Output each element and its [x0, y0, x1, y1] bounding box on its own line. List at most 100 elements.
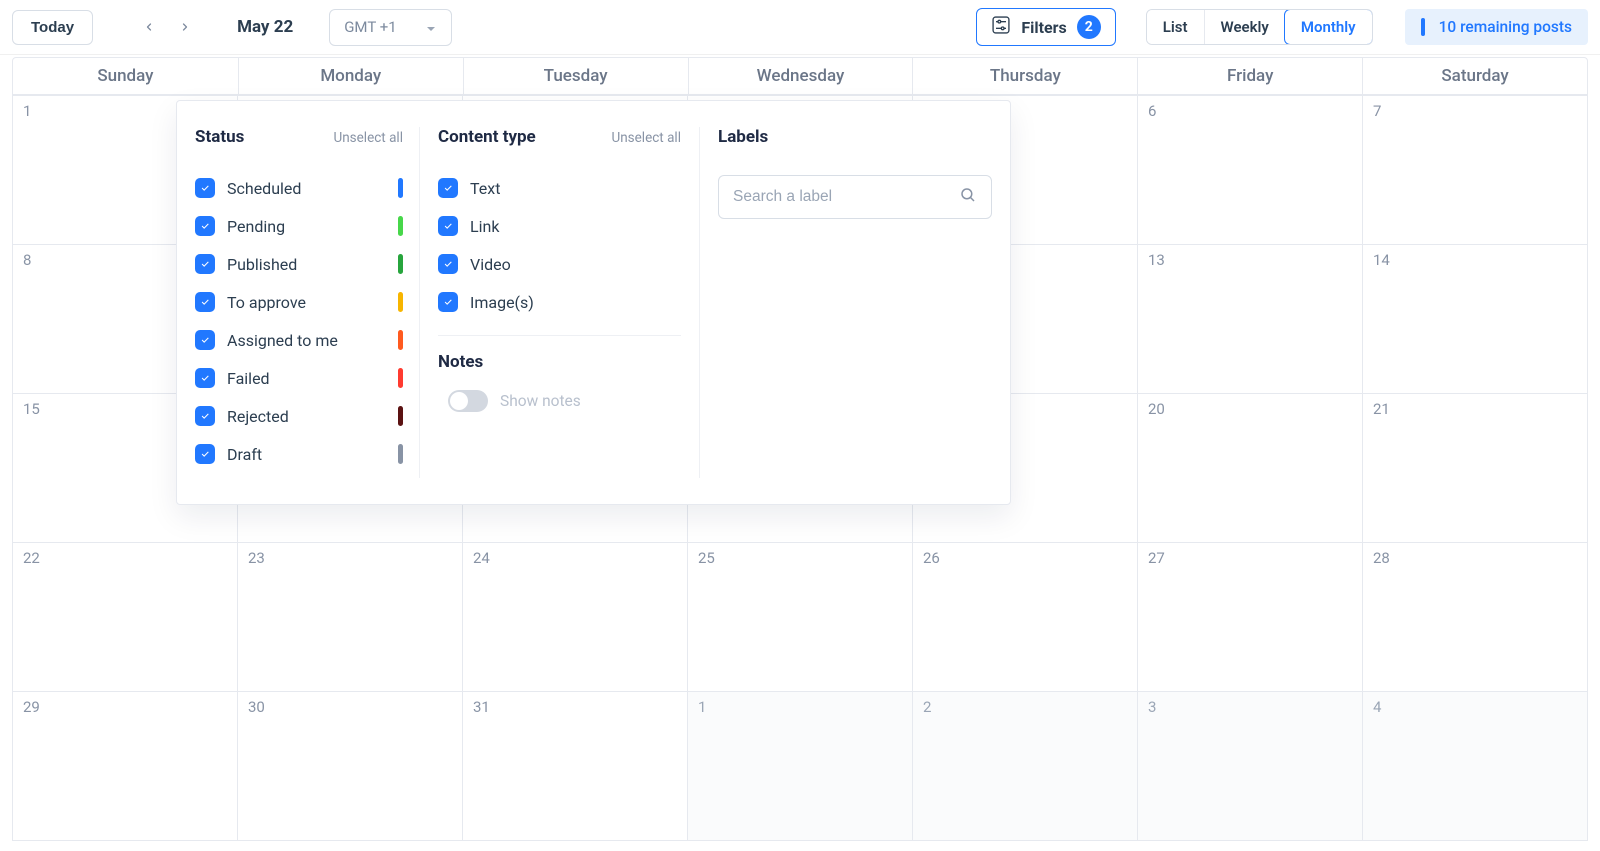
day-cell[interactable]: 7 [1363, 96, 1588, 245]
day-cell[interactable]: 1 [688, 692, 913, 841]
weekday-header: Saturday [1362, 58, 1587, 94]
weekday-header: Wednesday [688, 58, 913, 94]
day-cell[interactable]: 29 [13, 692, 238, 841]
filter-status-column: Status Unselect all Scheduled Pending Publ… [195, 127, 420, 478]
day-number: 14 [1373, 251, 1390, 269]
day-cell[interactable]: 6 [1138, 96, 1363, 245]
prev-period-button[interactable] [143, 18, 155, 36]
status-option[interactable]: Rejected [195, 397, 403, 435]
day-cell[interactable]: 24 [463, 543, 688, 692]
weekday-header: Tuesday [463, 58, 688, 94]
view-tab-list[interactable]: List [1147, 10, 1204, 44]
checkbox[interactable] [195, 254, 215, 274]
content-type-option[interactable]: Image(s) [438, 283, 681, 321]
divider [438, 335, 681, 336]
filters-count-badge: 2 [1077, 15, 1101, 39]
day-number: 13 [1148, 251, 1165, 269]
content-type-unselect-all[interactable]: Unselect all [611, 130, 681, 146]
status-option-label: Published [227, 255, 386, 274]
weekday-header: Thursday [912, 58, 1137, 94]
day-cell[interactable]: 20 [1138, 394, 1363, 543]
search-icon [959, 186, 977, 208]
day-cell[interactable]: 4 [1363, 692, 1588, 841]
view-tab-weekly[interactable]: Weekly [1204, 10, 1285, 44]
status-option[interactable]: Assigned to me [195, 321, 403, 359]
top-toolbar: Today May 22 GMT +1 Filters 2 List Weekl… [0, 0, 1600, 55]
day-number: 1 [23, 102, 31, 120]
show-notes-toggle[interactable] [448, 390, 488, 412]
status-unselect-all[interactable]: Unselect all [333, 130, 403, 146]
day-cell[interactable]: 31 [463, 692, 688, 841]
status-option[interactable]: Scheduled [195, 169, 403, 207]
remaining-bar-icon [1421, 18, 1425, 36]
status-color-indicator [398, 406, 403, 426]
notes-title: Notes [438, 352, 681, 372]
day-number: 30 [248, 698, 265, 716]
remaining-posts-pill[interactable]: 10 remaining posts [1405, 9, 1588, 45]
status-option[interactable]: Failed [195, 359, 403, 397]
status-color-indicator [398, 254, 403, 274]
remaining-posts-label: 10 remaining posts [1439, 18, 1572, 36]
status-option[interactable]: Draft [195, 435, 403, 473]
chevron-down-icon [425, 18, 437, 37]
status-title: Status [195, 127, 244, 147]
checkbox[interactable] [195, 292, 215, 312]
next-period-button[interactable] [179, 18, 191, 36]
label-search-input[interactable] [733, 188, 949, 206]
day-cell[interactable]: 27 [1138, 543, 1363, 692]
day-number: 6 [1148, 102, 1156, 120]
day-cell[interactable]: 22 [13, 543, 238, 692]
status-option[interactable]: Published [195, 245, 403, 283]
day-cell[interactable]: 2 [913, 692, 1138, 841]
status-option[interactable]: Pending [195, 207, 403, 245]
content-type-option[interactable]: Video [438, 245, 681, 283]
day-cell[interactable]: 13 [1138, 245, 1363, 394]
today-button[interactable]: Today [12, 10, 93, 45]
checkbox[interactable] [195, 216, 215, 236]
day-cell[interactable]: 25 [688, 543, 913, 692]
day-cell[interactable]: 3 [1138, 692, 1363, 841]
checkbox[interactable] [438, 216, 458, 236]
day-number: 15 [23, 400, 40, 418]
day-cell[interactable]: 26 [913, 543, 1138, 692]
day-number: 21 [1373, 400, 1390, 418]
content-type-option[interactable]: Link [438, 207, 681, 245]
checkbox[interactable] [195, 368, 215, 388]
day-cell[interactable]: 30 [238, 692, 463, 841]
day-cell[interactable]: 21 [1363, 394, 1588, 543]
label-search[interactable] [718, 175, 992, 219]
checkbox[interactable] [438, 178, 458, 198]
checkbox[interactable] [195, 444, 215, 464]
day-number: 31 [473, 698, 490, 716]
view-tab-monthly[interactable]: Monthly [1284, 9, 1373, 45]
filters-button[interactable]: Filters 2 [976, 8, 1115, 46]
status-color-indicator [398, 444, 403, 464]
day-number: 7 [1373, 102, 1381, 120]
status-option-label: Pending [227, 217, 386, 236]
weekday-header: Sunday [13, 58, 238, 94]
day-cell[interactable]: 14 [1363, 245, 1588, 394]
status-color-indicator [398, 216, 403, 236]
checkbox[interactable] [438, 254, 458, 274]
timezone-select[interactable]: GMT +1 [329, 9, 451, 46]
checkbox[interactable] [195, 178, 215, 198]
day-cell[interactable]: 28 [1363, 543, 1588, 692]
day-number: 8 [23, 251, 31, 269]
day-number: 22 [23, 549, 40, 567]
status-color-indicator [398, 178, 403, 198]
checkbox[interactable] [438, 292, 458, 312]
day-cell[interactable]: 23 [238, 543, 463, 692]
status-option-label: Draft [227, 445, 386, 464]
status-option-label: Scheduled [227, 179, 386, 198]
weekday-header-row: SundayMondayTuesdayWednesdayThursdayFrid… [12, 57, 1588, 95]
status-option[interactable]: To approve [195, 283, 403, 321]
labels-title: Labels [718, 127, 768, 147]
content-type-option[interactable]: Text [438, 169, 681, 207]
view-switcher: List Weekly Monthly [1146, 9, 1373, 45]
checkbox[interactable] [195, 330, 215, 350]
status-color-indicator [398, 368, 403, 388]
checkbox[interactable] [195, 406, 215, 426]
show-notes-label: Show notes [500, 392, 581, 410]
filters-label: Filters [1021, 18, 1066, 37]
status-option-label: Failed [227, 369, 386, 388]
